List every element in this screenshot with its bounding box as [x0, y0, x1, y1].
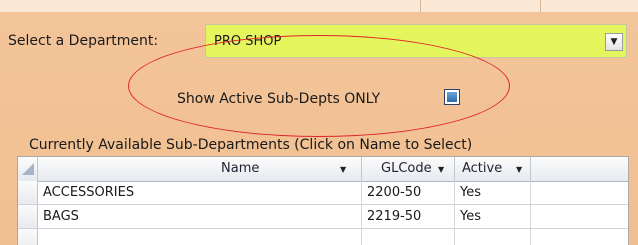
toolbar-segment — [0, 0, 421, 12]
chevron-down-icon[interactable]: ▼ — [605, 33, 623, 51]
column-header-glcode[interactable]: GLCode ▼ — [362, 157, 455, 181]
cell-name[interactable] — [38, 229, 362, 245]
row-selector[interactable] — [18, 229, 38, 245]
department-select[interactable]: PRO SHOP ▼ — [205, 24, 627, 58]
column-header-active-label: Active — [462, 161, 503, 176]
cell-active — [455, 229, 531, 245]
cell-glcode — [362, 229, 455, 245]
sort-down-arrow-icon[interactable]: ▼ — [438, 165, 444, 174]
grid-header: Name ▼ GLCode ▼ Active ▼ — [18, 157, 628, 182]
sub-department-grid: Name ▼ GLCode ▼ Active ▼ ACCESSORIES 220… — [17, 156, 629, 245]
column-header-active[interactable]: Active ▼ — [455, 157, 531, 181]
toolbar-segment — [420, 0, 541, 12]
row-selector[interactable] — [18, 181, 38, 204]
cell-name[interactable]: ACCESSORIES — [38, 181, 362, 204]
table-row[interactable]: ACCESSORIES 2200-50 Yes — [18, 181, 628, 205]
list-caption: Currently Available Sub-Departments (Cli… — [29, 137, 473, 153]
sort-down-arrow-icon[interactable]: ▼ — [340, 165, 346, 174]
checkbox-checked-fill — [447, 92, 457, 102]
top-toolbar-strip — [0, 0, 638, 12]
row-selector[interactable] — [18, 205, 38, 228]
cell-glcode: 2200-50 — [362, 181, 455, 204]
select-all-corner-icon[interactable] — [18, 157, 38, 181]
cell-active: Yes — [455, 181, 531, 204]
column-header-name[interactable]: Name ▼ — [38, 157, 362, 181]
cell-active: Yes — [455, 205, 531, 228]
sort-down-arrow-icon[interactable]: ▼ — [516, 165, 522, 174]
cell-glcode: 2219-50 — [362, 205, 455, 228]
table-row[interactable]: BAGS 2219-50 Yes — [18, 205, 628, 229]
column-header-glcode-label: GLCode — [381, 161, 432, 176]
department-select-value: PRO SHOP — [214, 34, 282, 49]
column-header-name-label: Name — [221, 161, 260, 176]
active-filter-label: Show Active Sub-Depts ONLY — [177, 91, 381, 107]
department-label: Select a Department: — [8, 33, 159, 49]
active-only-checkbox[interactable] — [444, 89, 460, 105]
table-row[interactable] — [18, 229, 628, 245]
cell-name[interactable]: BAGS — [38, 205, 362, 228]
